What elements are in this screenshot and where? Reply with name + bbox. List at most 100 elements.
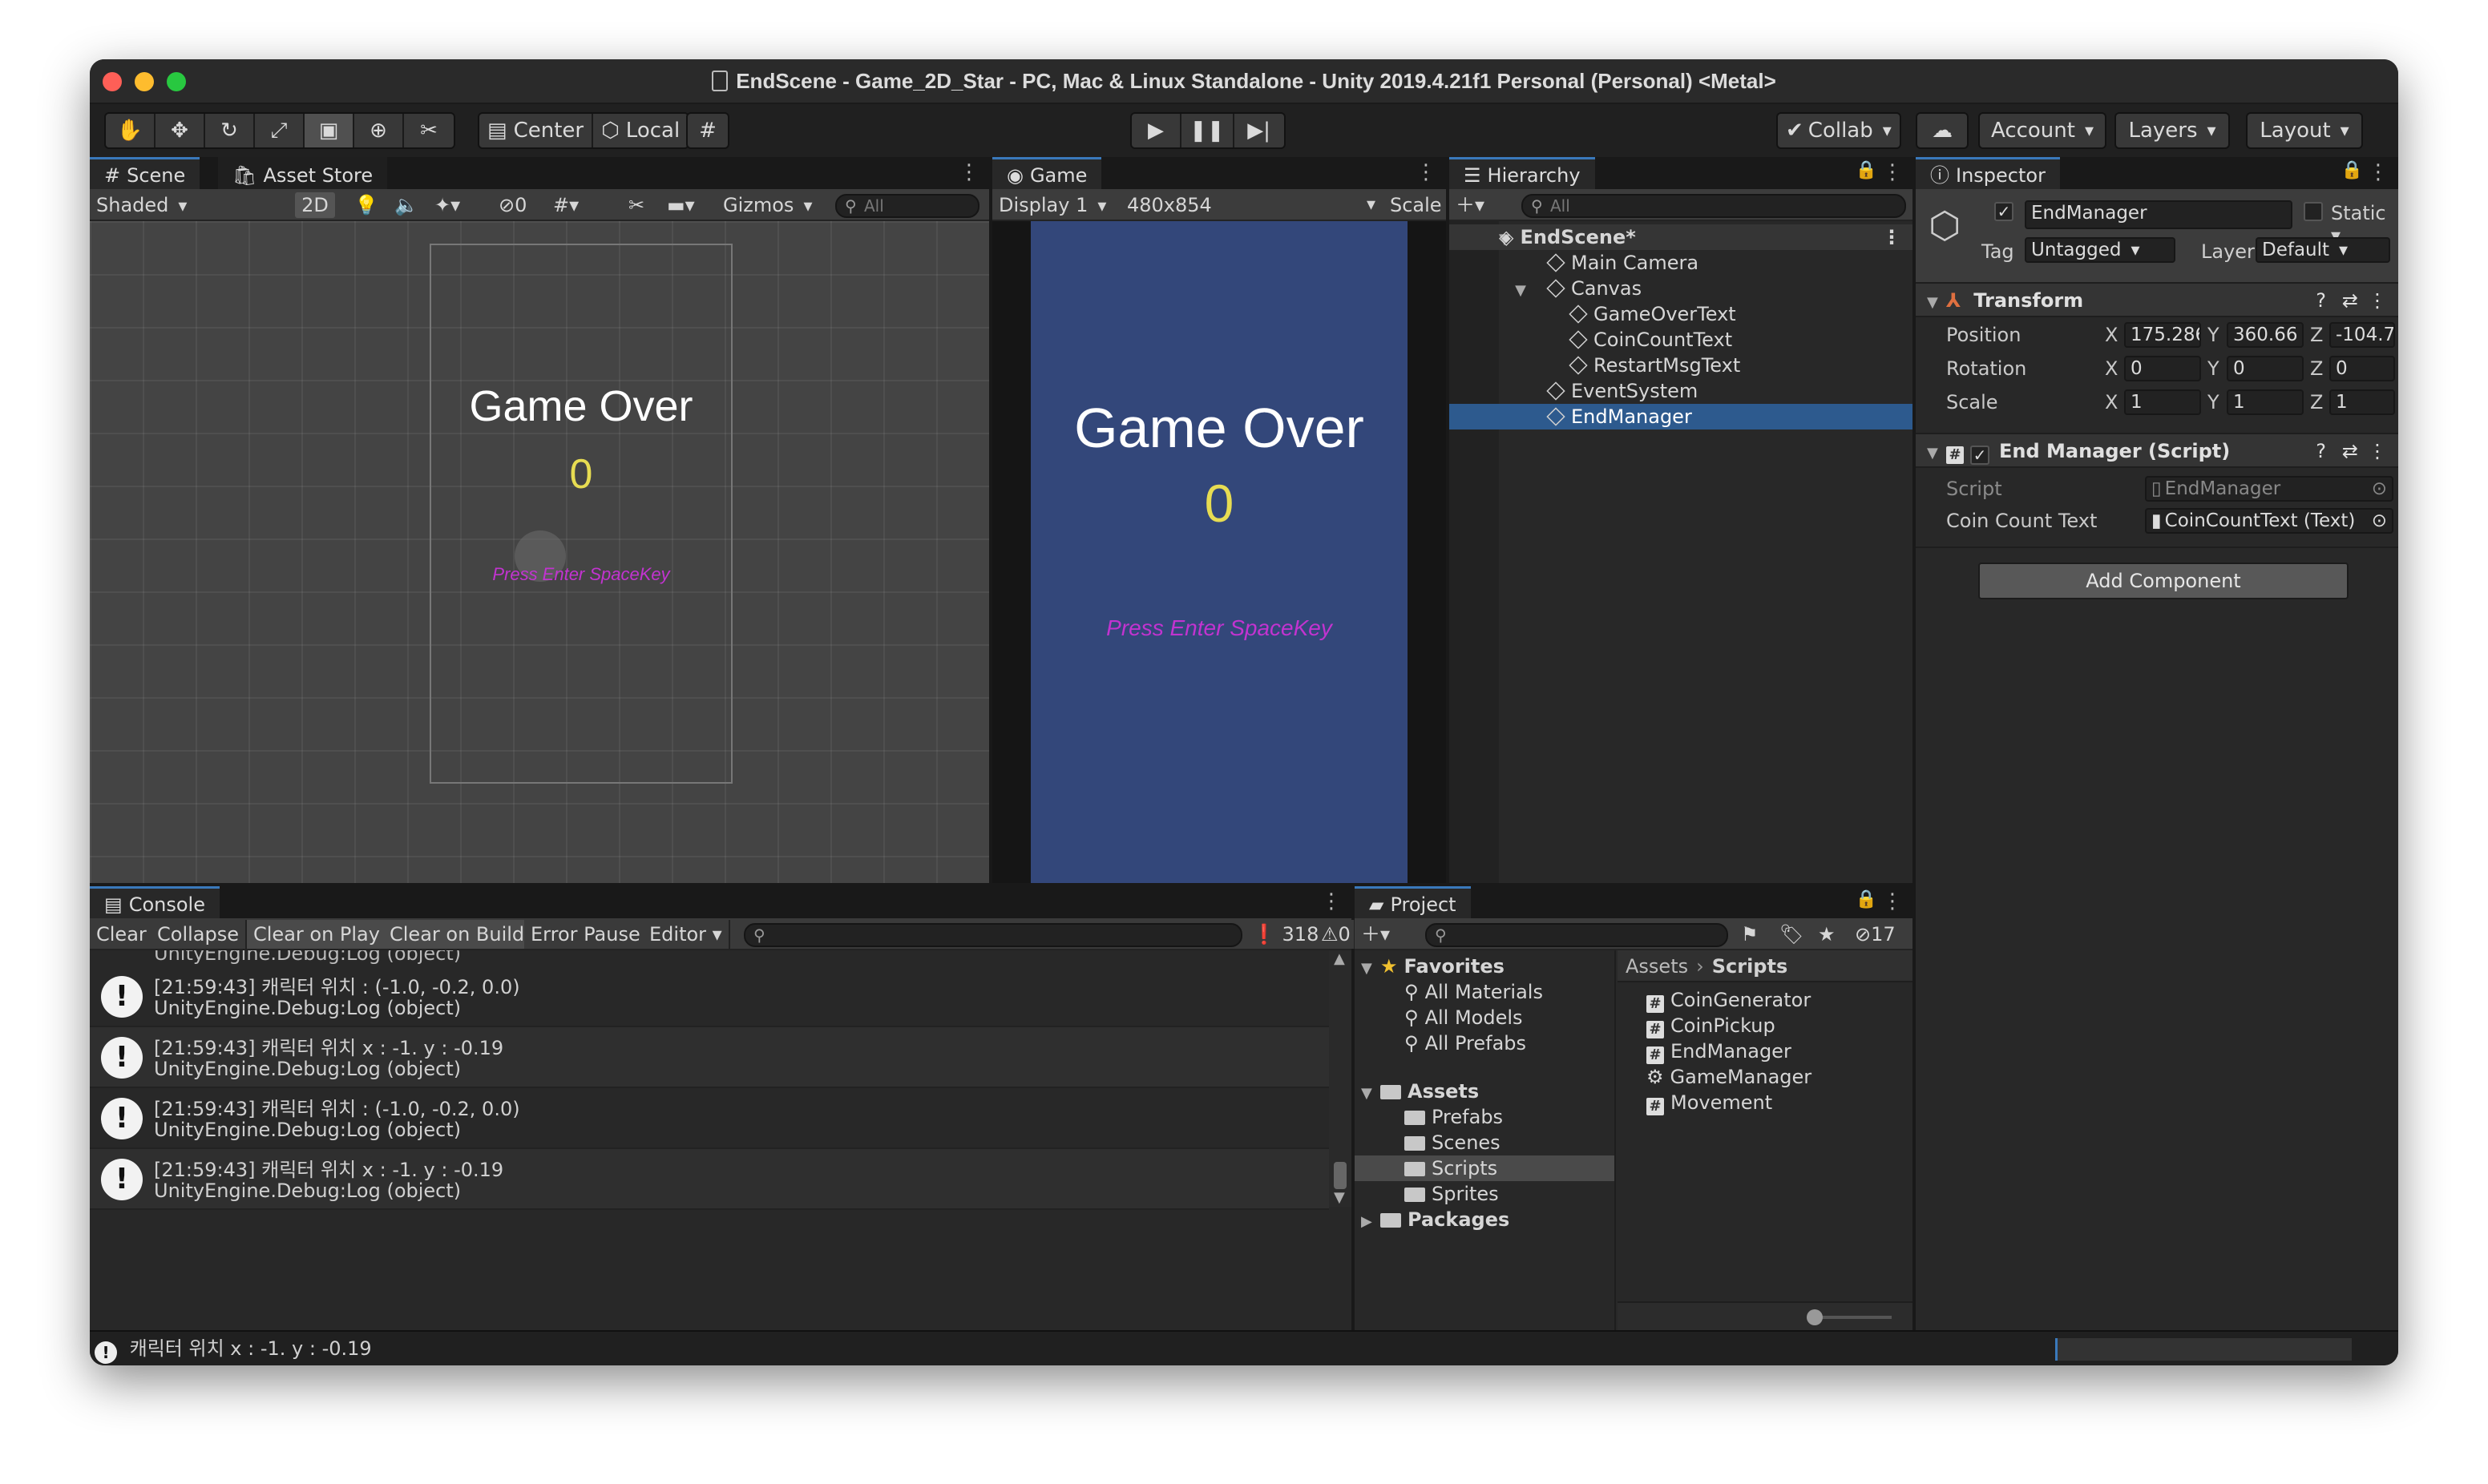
- folder-sprites[interactable]: Sprites: [1404, 1181, 1499, 1207]
- file-item[interactable]: # CoinPickup: [1646, 1013, 1775, 1038]
- kebab-menu-icon[interactable]: ⋮: [2368, 160, 2389, 184]
- active-checkbox[interactable]: ✓: [1994, 202, 2013, 221]
- tab-console[interactable]: ▤ Console: [90, 886, 220, 918]
- editor-dropdown[interactable]: Editor ▾: [643, 920, 730, 949]
- scale-y-field[interactable]: 1: [2227, 389, 2304, 415]
- tab-game[interactable]: ◉ Game: [992, 157, 1102, 189]
- kebab-menu-icon[interactable]: ⋮: [1416, 160, 1436, 184]
- lock-icon[interactable]: 🔒: [1856, 889, 1877, 909]
- file-item[interactable]: # EndManager: [1646, 1038, 1791, 1064]
- custom-tool-icon[interactable]: ✂: [404, 114, 454, 147]
- scale-slider-label[interactable]: Scale: [1390, 192, 1442, 218]
- resolution-dropdown[interactable]: 480x854: [1127, 192, 1375, 218]
- favorites-star-icon[interactable]: ★: [1818, 921, 1836, 947]
- log-entry[interactable]: ! [21:59:43] 캐릭터 위치 : (-1.0, -0.2, 0.0) Un…: [90, 1088, 1329, 1149]
- clear-on-play-button[interactable]: Clear on Play: [247, 920, 388, 949]
- hidden-packages-toggle[interactable]: ⊘17: [1855, 921, 1896, 947]
- folder-scripts[interactable]: Scripts: [1404, 1155, 1497, 1181]
- search-by-type-icon[interactable]: ⚑: [1741, 921, 1759, 947]
- console-search-input[interactable]: [744, 923, 1242, 947]
- lock-icon[interactable]: 🔒: [1856, 160, 1877, 180]
- tab-hierarchy[interactable]: ☰ Hierarchy: [1449, 157, 1595, 189]
- kebab-menu-icon[interactable]: ⋮: [1882, 889, 1903, 913]
- scene-search-input[interactable]: All: [835, 194, 979, 218]
- hierarchy-item-coincounttext[interactable]: CoinCountText: [1449, 327, 1912, 353]
- gizmos-dropdown[interactable]: Gizmos: [723, 192, 812, 218]
- audio-icon[interactable]: 🔈: [394, 192, 418, 218]
- grid-icon[interactable]: #▾: [553, 192, 579, 218]
- lock-icon[interactable]: 🔒: [2341, 160, 2363, 180]
- hierarchy-item-gameovertext[interactable]: GameOverText: [1449, 301, 1912, 327]
- tab-inspector[interactable]: ⓘ Inspector: [1916, 157, 2060, 189]
- clear-on-build-button[interactable]: Clear on Build: [383, 920, 533, 949]
- kebab-menu-icon[interactable]: ⋮: [2368, 434, 2387, 468]
- foldout-arrow-icon[interactable]: ▼: [1927, 286, 1946, 320]
- folder-scenes[interactable]: Scenes: [1404, 1130, 1500, 1155]
- collab-button[interactable]: ✔ Collab: [1778, 114, 1900, 147]
- scale-x-field[interactable]: 1: [2124, 389, 2201, 415]
- display-dropdown[interactable]: Display 1: [999, 192, 1119, 218]
- fav-all-prefabs[interactable]: ⚲ All Prefabs: [1404, 1030, 1526, 1056]
- object-picker-icon[interactable]: ⊙: [2372, 510, 2387, 532]
- kebab-menu-icon[interactable]: ⋮: [1882, 224, 1901, 250]
- favorites-node[interactable]: ▼ ★ Favorites: [1361, 954, 1505, 979]
- file-item[interactable]: # CoinGenerator: [1646, 987, 1811, 1013]
- pause-icon[interactable]: ❚❚: [1181, 114, 1234, 147]
- cloud-icon[interactable]: ☁: [1917, 114, 1967, 147]
- expand-arrow-icon[interactable]: ▼: [1449, 227, 1510, 252]
- preset-icon[interactable]: ⇄: [2342, 434, 2358, 468]
- log-count-toggle[interactable]: ❗ 318: [1246, 920, 1327, 949]
- tab-scene[interactable]: # Scene: [90, 157, 200, 189]
- coin-count-field[interactable]: ▮ CoinCountText (Text) ⊙: [2145, 508, 2393, 534]
- layout-dropdown[interactable]: Layout: [2248, 114, 2361, 147]
- create-plus-icon[interactable]: ＋▾: [1361, 921, 1390, 947]
- hierarchy-item-main-camera[interactable]: Main Camera: [1449, 250, 1912, 276]
- play-icon[interactable]: ▶: [1132, 114, 1181, 147]
- breadcrumb-assets[interactable]: Assets: [1626, 955, 1688, 978]
- object-name-field[interactable]: EndManager: [2025, 200, 2292, 229]
- layers-dropdown[interactable]: Layers: [2116, 114, 2228, 147]
- rotation-z-field[interactable]: 0: [2329, 356, 2395, 381]
- hierarchy-item-endmanager[interactable]: EndManager: [1449, 404, 1912, 429]
- account-dropdown[interactable]: Account: [1980, 114, 2105, 147]
- camera-icon[interactable]: ▬▾: [667, 192, 695, 218]
- kebab-menu-icon[interactable]: ⋮: [2368, 284, 2387, 317]
- game-viewport[interactable]: Game Over 0 Press Enter SpaceKey: [992, 221, 1446, 883]
- scrollbar-thumb[interactable]: [1334, 1162, 1347, 1189]
- expand-arrow-icon[interactable]: ▼: [1449, 278, 1526, 304]
- console-scrollbar[interactable]: ▲ ▼: [1329, 950, 1351, 1207]
- scroll-down-icon[interactable]: ▼: [1334, 1189, 1345, 1206]
- file-item[interactable]: ⚙ GameManager: [1646, 1064, 1811, 1090]
- grid-snap-icon[interactable]: #: [688, 114, 728, 147]
- collapse-arrow-icon[interactable]: ▶: [1361, 1209, 1380, 1235]
- hidden-objects-toggle[interactable]: ⊘0: [499, 192, 527, 218]
- kebab-menu-icon[interactable]: ⋮: [1882, 160, 1903, 184]
- pivot-center-button[interactable]: ▤ Center: [479, 114, 594, 147]
- tag-dropdown[interactable]: Untagged: [2025, 237, 2175, 263]
- expand-arrow-icon[interactable]: ▼: [1361, 956, 1380, 982]
- scale-z-field[interactable]: 1: [2329, 389, 2395, 415]
- create-plus-icon[interactable]: ＋▾: [1456, 192, 1484, 218]
- tools-icon[interactable]: ✂: [628, 192, 644, 218]
- hierarchy-item-endscene[interactable]: ▼◈ EndScene* ⋮: [1449, 224, 1912, 250]
- component-enabled-checkbox[interactable]: ✓: [1970, 446, 1989, 465]
- warn-count-toggle[interactable]: ⚠0: [1318, 920, 1355, 949]
- scene-viewport[interactable]: Game Over 0 Press Enter SpaceKey: [90, 221, 989, 883]
- script-component-header[interactable]: ▼ # ✓ End Manager (Script) ? ⇄ ⋮: [1916, 433, 2398, 468]
- position-x-field[interactable]: 175.286: [2124, 322, 2201, 348]
- collapse-button[interactable]: Collapse: [151, 920, 247, 949]
- 2d-toggle[interactable]: 2D: [295, 192, 335, 218]
- foldout-arrow-icon[interactable]: ▼: [1927, 437, 1946, 470]
- rect-tool-icon[interactable]: ▣: [305, 114, 354, 147]
- kebab-menu-icon[interactable]: ⋮: [1321, 889, 1342, 913]
- help-icon[interactable]: ?: [2316, 284, 2326, 317]
- error-pause-button[interactable]: Error Pause: [524, 920, 648, 949]
- rotation-x-field[interactable]: 0: [2124, 356, 2201, 381]
- assets-node[interactable]: ▼ Assets: [1361, 1079, 1479, 1104]
- position-z-field[interactable]: -104.79: [2329, 322, 2395, 348]
- static-checkbox[interactable]: [2304, 202, 2323, 221]
- step-icon[interactable]: ▶|: [1234, 114, 1284, 147]
- position-y-field[interactable]: 360.66: [2227, 322, 2304, 348]
- scale-tool-icon[interactable]: ⤢: [255, 114, 305, 147]
- move-tool-icon[interactable]: ✥: [156, 114, 205, 147]
